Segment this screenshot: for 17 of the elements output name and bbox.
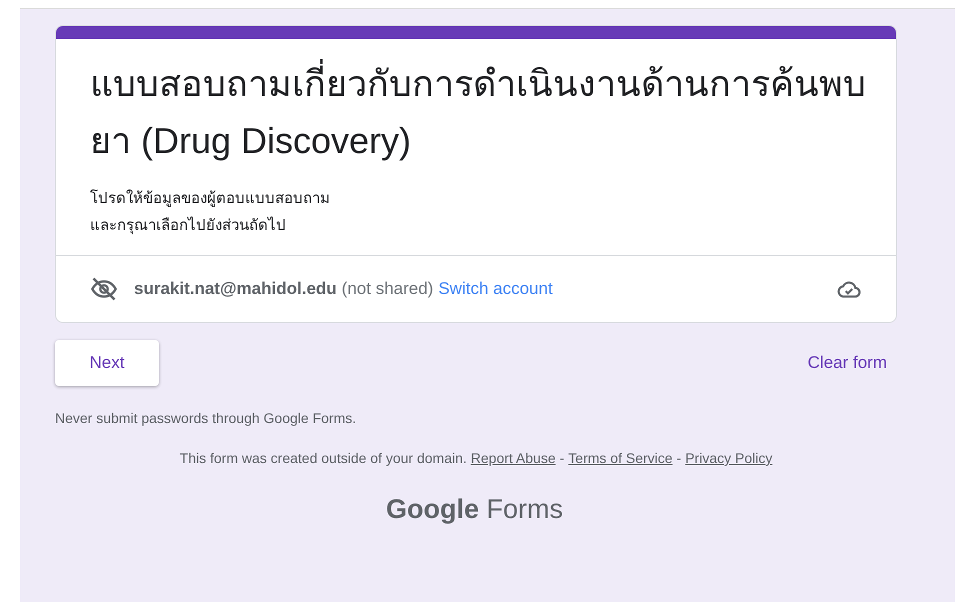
google-forms-logo[interactable]: Google Forms bbox=[386, 494, 563, 525]
footer-link[interactable]: Report Abuse bbox=[470, 450, 556, 466]
link-separator: - bbox=[676, 450, 682, 466]
password-warning: Never submit passwords through Google Forms. bbox=[55, 410, 356, 426]
footer-link[interactable]: Privacy Policy bbox=[685, 450, 772, 466]
next-button[interactable]: Next bbox=[55, 340, 159, 386]
form-description: โปรดให้ข้อมูลของผู้ตอบแบบสอบถาม bbox=[90, 188, 330, 209]
footer-link[interactable]: Terms of Service bbox=[568, 450, 673, 466]
link-separator: - bbox=[560, 450, 564, 466]
switch-account-link[interactable]: Switch account bbox=[438, 279, 553, 299]
clear-form-button[interactable]: Clear form bbox=[798, 345, 897, 381]
domain-notice: This form was created outside of your domain. bbox=[180, 450, 467, 466]
not-shared-note: (not shared) bbox=[342, 279, 434, 299]
account-email: surakit.nat@mahidol.edu bbox=[134, 279, 337, 299]
form-title: แบบสอบถามเกี่ยวกับการดำเนินงานด้านการค้นพบยา (Drug Discovery) bbox=[90, 55, 872, 169]
form-description: และกรุณาเลือกไปยังส่วนถัดไป bbox=[90, 216, 286, 236]
hidden-eye-icon bbox=[90, 275, 118, 303]
